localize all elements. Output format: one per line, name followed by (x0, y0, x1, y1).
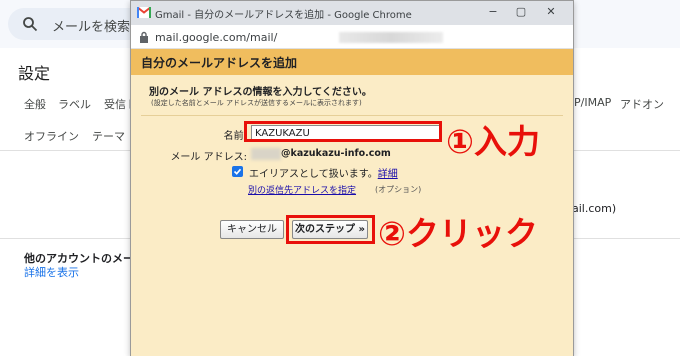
window-titlebar[interactable]: Gmail - 自分のメールアドレスを追加 - Google Chrome − … (131, 1, 573, 25)
maximize-button[interactable]: ▢ (513, 4, 529, 20)
url-text: mail.google.com/mail/ (155, 31, 278, 44)
email-label: メール アドレス: (170, 152, 247, 163)
dialog-title: 自分のメールアドレスを追加 (141, 56, 298, 70)
partial-email-text: ail.com) (572, 202, 617, 215)
address-bar[interactable]: mail.google.com/mail/ (131, 25, 573, 49)
alias-text: エイリアスとして扱います。 (249, 169, 378, 180)
dialog-subtext: (設定した名前とメール アドレスが送信するメールに表示されます) (151, 99, 362, 107)
check-icon (233, 168, 242, 175)
show-details-link[interactable]: 詳細を表示 (24, 264, 79, 280)
tab-offline[interactable]: オフライン (24, 128, 79, 144)
tab-general[interactable]: 全般 (24, 96, 46, 112)
minimize-button[interactable]: − (485, 4, 501, 20)
close-button[interactable]: ✕ (543, 4, 559, 20)
window-title: Gmail - 自分のメールアドレスを追加 - Google Chrome (155, 10, 412, 21)
tab-pop-imap[interactable]: P/IMAP (574, 96, 611, 109)
annotation-box-next (286, 215, 375, 244)
tab-addons[interactable]: アドオン (620, 96, 664, 112)
reply-optional-label: (オプション) (375, 185, 422, 194)
alias-checkbox[interactable] (232, 166, 243, 177)
alias-details-link[interactable]: 詳細 (378, 169, 398, 180)
email-value: @kazukazu-info.com (281, 148, 391, 159)
dialog-header: 自分のメールアドレスを追加 (131, 49, 573, 75)
alias-option: エイリアスとして扱います。詳細 (249, 165, 398, 180)
email-redacted (251, 148, 281, 160)
url-redacted (339, 32, 443, 43)
search-placeholder: メールを検索 (52, 20, 131, 35)
reply-to-link[interactable]: 別の返信先アドレスを指定 (248, 183, 356, 196)
gmail-icon (137, 7, 151, 18)
dialog-heading: 別のメール アドレスの情報を入力してください。 (149, 87, 372, 98)
cancel-button[interactable]: キャンセル (220, 220, 284, 239)
tab-labels[interactable]: ラベル (58, 96, 91, 112)
annotation-step2: ②クリック (378, 214, 538, 253)
lock-icon (140, 31, 148, 43)
chrome-popup-window: Gmail - 自分のメールアドレスを追加 - Google Chrome − … (130, 0, 574, 356)
tab-themes[interactable]: テーマ (92, 128, 125, 144)
annotation-box-name (244, 121, 442, 142)
name-label: 名前: (223, 131, 247, 142)
annotation-step1: ①入力 (446, 122, 540, 161)
page-title: 設定 (18, 64, 51, 83)
search-icon[interactable] (22, 16, 38, 32)
